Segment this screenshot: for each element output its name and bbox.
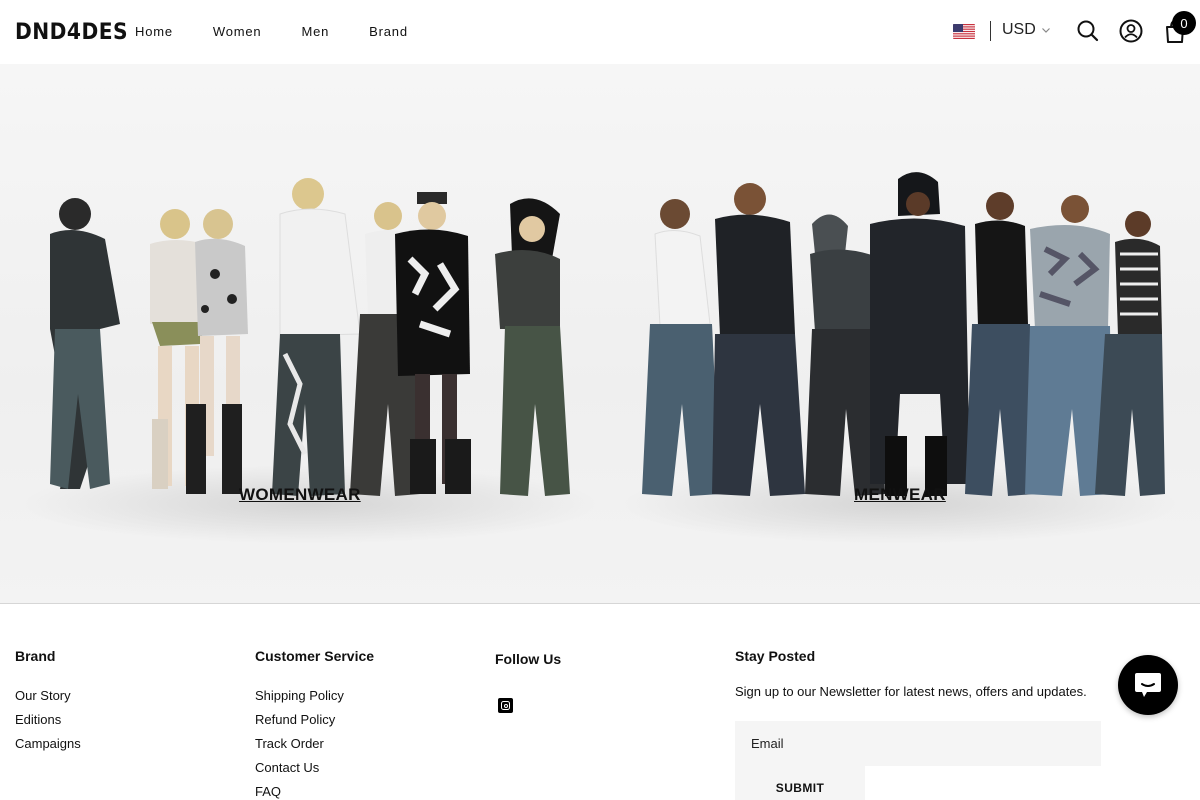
nav-home[interactable]: Home (135, 24, 173, 39)
cart-count-badge[interactable]: 0 (1172, 11, 1196, 35)
instagram-icon[interactable] (498, 698, 513, 713)
footer-link-our-story[interactable]: Our Story (15, 684, 81, 708)
footer-link-campaigns[interactable]: Campaigns (15, 732, 81, 756)
us-flag-icon[interactable] (953, 24, 975, 39)
site-header: DND4DES Home Women Men Brand USD 0 (0, 0, 1200, 64)
footer-brand-heading: Brand (15, 648, 56, 664)
main-nav: Home Women Men Brand (135, 24, 448, 39)
hero-models-image (20, 172, 1180, 544)
chat-bubble-icon (1135, 673, 1161, 697)
men-collection-link[interactable]: MENWEAR (854, 485, 946, 505)
currency-label: USD (1002, 21, 1036, 38)
footer-link-faq[interactable]: FAQ (255, 780, 374, 800)
women-models-group (50, 178, 570, 496)
footer-link-refund-policy[interactable]: Refund Policy (255, 708, 374, 732)
search-icon[interactable] (1075, 18, 1101, 44)
brand-logo[interactable]: DND4DES (15, 20, 128, 45)
footer-link-track-order[interactable]: Track Order (255, 732, 374, 756)
footer-link-shipping-policy[interactable]: Shipping Policy (255, 684, 374, 708)
header-divider (990, 21, 991, 41)
footer-service-column: Customer Service Shipping Policy Refund … (255, 648, 374, 800)
footer-brand-column: Brand Our Story Editions Campaigns (15, 648, 81, 756)
newsletter-description: Sign up to our Newsletter for latest new… (735, 684, 1087, 699)
footer-service-heading: Customer Service (255, 648, 375, 664)
footer-newsletter-column: Stay Posted Sign up to our Newsletter fo… (735, 648, 1087, 699)
nav-brand[interactable]: Brand (369, 24, 408, 39)
chevron-down-icon (1041, 28, 1050, 33)
hero-banner: WOMENWEAR MENWEAR (0, 64, 1200, 604)
footer-follow-column: Follow Us (495, 651, 561, 687)
account-icon[interactable] (1118, 18, 1144, 44)
nav-men[interactable]: Men (301, 24, 329, 39)
men-models-group (642, 172, 1165, 496)
submit-button[interactable]: SUBMIT (735, 766, 865, 800)
women-collection-link[interactable]: WOMENWEAR (239, 485, 361, 505)
footer-newsletter-heading: Stay Posted (735, 648, 816, 664)
footer-link-editions[interactable]: Editions (15, 708, 81, 732)
nav-women[interactable]: Women (213, 24, 262, 39)
footer-link-contact-us[interactable]: Contact Us (255, 756, 374, 780)
chat-icon[interactable] (1118, 655, 1178, 715)
footer-follow-heading: Follow Us (495, 651, 562, 667)
currency-selector[interactable]: USD (1002, 21, 1051, 39)
email-input[interactable] (735, 721, 1101, 766)
